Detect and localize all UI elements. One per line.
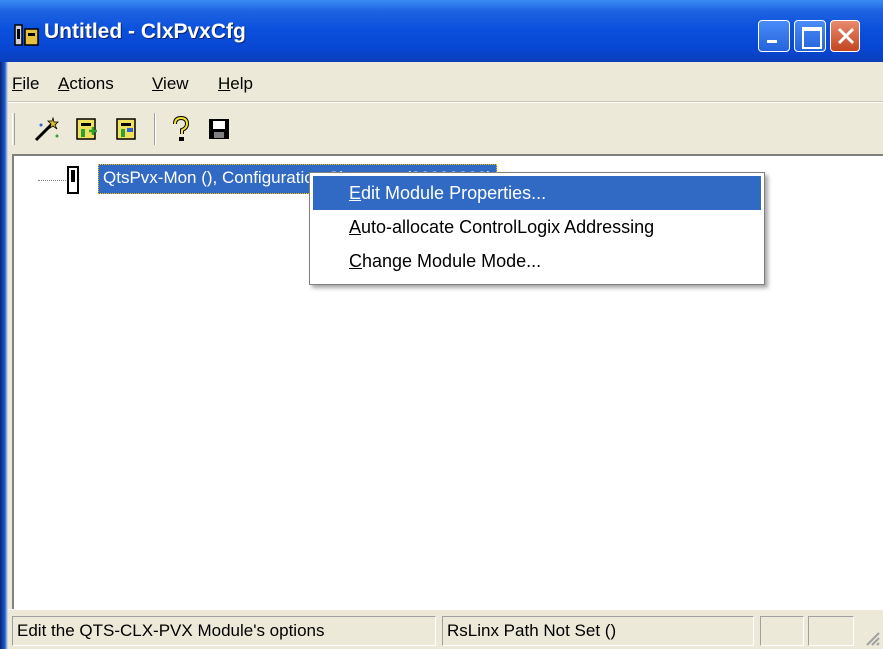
menu-actions[interactable]: Actions bbox=[58, 74, 114, 94]
menu-item-edit-module-properties[interactable]: Edit Module Properties... bbox=[313, 176, 761, 210]
menu-bar: File Actions View Help bbox=[8, 62, 883, 102]
menu-view[interactable]: View bbox=[152, 74, 189, 94]
toolbar-separator bbox=[154, 113, 156, 145]
module-icon bbox=[67, 166, 79, 194]
module-icon bbox=[14, 24, 39, 46]
help-button[interactable] bbox=[164, 113, 198, 145]
save-button[interactable] bbox=[202, 113, 236, 145]
wizard-icon bbox=[34, 116, 59, 142]
window-title: Untitled - ClxPvxCfg bbox=[44, 20, 246, 43]
title-bar[interactable]: Untitled - ClxPvxCfg bbox=[0, 0, 883, 62]
close-icon bbox=[837, 27, 855, 45]
toolbar-grip[interactable] bbox=[12, 113, 15, 145]
module-add-icon bbox=[76, 118, 97, 140]
help-icon bbox=[173, 115, 190, 141]
context-menu: Edit Module Properties... Auto-allocate … bbox=[309, 172, 765, 285]
status-rslinx-path: RsLinx Path Not Set () bbox=[442, 616, 754, 646]
module-edit-icon bbox=[116, 118, 136, 140]
menu-item-change-module-mode[interactable]: Change Module Mode... bbox=[313, 244, 761, 278]
wizard-button[interactable] bbox=[30, 113, 64, 145]
status-pane-4 bbox=[808, 616, 854, 646]
menu-item-auto-allocate-addressing[interactable]: Auto-allocate ControlLogix Addressing bbox=[313, 210, 761, 244]
tree-connector bbox=[38, 180, 68, 181]
menu-file[interactable]: File bbox=[12, 74, 39, 94]
close-button[interactable] bbox=[830, 20, 860, 52]
status-bar: Edit the QTS-CLX-PVX Module's options Rs… bbox=[8, 609, 883, 649]
module-edit-button[interactable] bbox=[110, 113, 144, 145]
maximize-button[interactable] bbox=[794, 20, 826, 52]
toolbar bbox=[8, 102, 883, 154]
menu-help[interactable]: Help bbox=[218, 74, 253, 94]
module-add-button[interactable] bbox=[70, 113, 104, 145]
status-pane-3 bbox=[760, 616, 804, 646]
resize-grip-icon[interactable] bbox=[861, 627, 881, 647]
save-icon bbox=[209, 119, 229, 139]
minimize-button[interactable] bbox=[758, 20, 790, 52]
app-window: Untitled - ClxPvxCfg File Actions View H… bbox=[0, 0, 883, 649]
status-message: Edit the QTS-CLX-PVX Module's options bbox=[12, 616, 436, 646]
window-frame bbox=[0, 62, 8, 649]
